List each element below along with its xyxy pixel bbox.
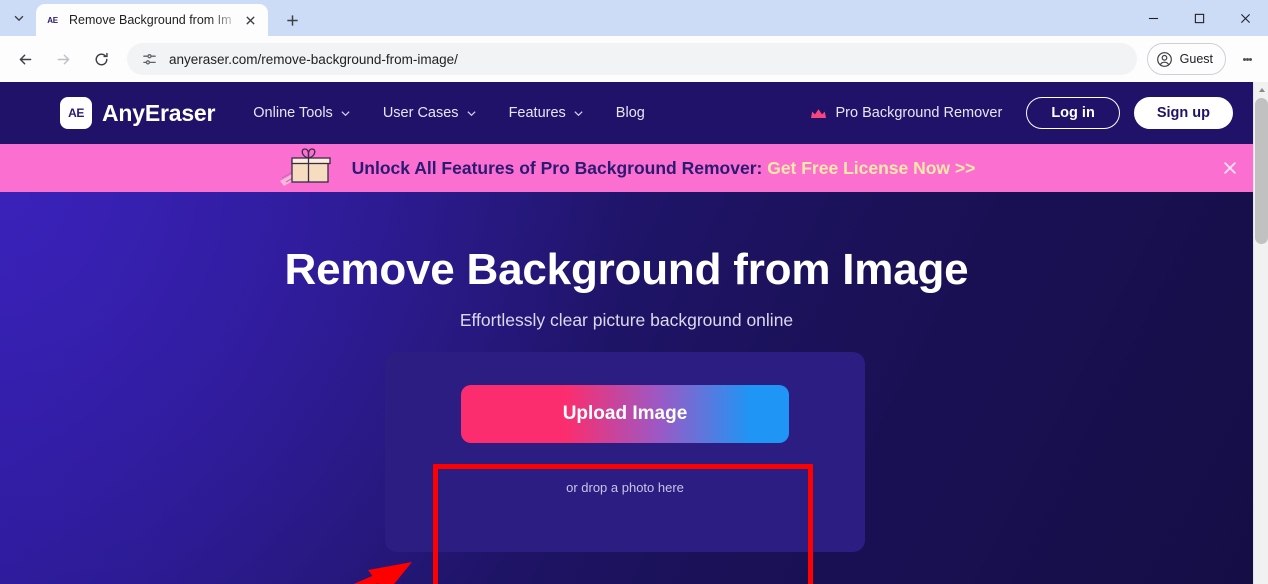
close-icon — [245, 15, 256, 26]
account-circle-icon — [1156, 51, 1173, 68]
chevron-down-icon — [12, 11, 26, 25]
pro-background-remover-link[interactable]: Pro Background Remover — [810, 105, 1003, 121]
promo-banner-link[interactable]: Unlock All Features of Pro Background Re… — [278, 147, 976, 189]
browser-toolbar: anyeraser.com/remove-background-from-ima… — [0, 36, 1268, 82]
pro-link-label: Pro Background Remover — [836, 105, 1003, 121]
forward-button[interactable] — [47, 43, 79, 75]
login-button[interactable]: Log in — [1026, 97, 1120, 129]
tab-search-dropdown-button[interactable] — [4, 4, 34, 32]
profile-button[interactable]: Guest — [1147, 43, 1226, 75]
page-settings-icon[interactable] — [141, 51, 158, 68]
logo-mark-text: AE — [68, 106, 84, 120]
logo-mark: AE — [60, 97, 92, 129]
browser-tab[interactable]: AE Remove Background from Im — [36, 4, 268, 36]
promo-cta: Get Free License Now >> — [767, 158, 975, 178]
nav-item-online-tools[interactable]: Online Tools — [253, 105, 351, 121]
tab-title: Remove Background from Im — [69, 13, 240, 27]
promo-text: Unlock All Features of Pro Background Re… — [352, 158, 976, 179]
tab-close-button[interactable] — [240, 10, 260, 30]
nav-label: User Cases — [383, 105, 459, 121]
promo-message: Unlock All Features of Pro Background Re… — [352, 158, 763, 178]
new-tab-button[interactable] — [278, 6, 306, 34]
profile-label: Guest — [1180, 52, 1213, 66]
promo-close-button[interactable] — [1219, 157, 1241, 179]
reload-icon — [93, 51, 110, 68]
plus-icon — [285, 13, 300, 28]
page-scrollbar[interactable] — [1253, 82, 1268, 584]
page-subtitle: Effortlessly clear picture background on… — [0, 310, 1253, 331]
nav-label: Features — [509, 105, 566, 121]
window-controls — [1130, 0, 1268, 36]
scroll-up-button[interactable] — [1254, 82, 1268, 97]
upload-dropzone[interactable]: Upload Image or drop a photo here — [385, 352, 865, 552]
reload-button[interactable] — [85, 43, 117, 75]
tab-favicon-anyeraser: AE — [44, 12, 61, 29]
address-bar-url: anyeraser.com/remove-background-from-ima… — [169, 52, 458, 67]
maximize-icon — [1194, 13, 1205, 24]
upload-image-button[interactable]: Upload Image — [461, 385, 789, 443]
arrow-left-icon — [17, 51, 34, 68]
nav-actions: Pro Background Remover Log in Sign up — [810, 97, 1234, 129]
site-navigation-bar: AE AnyEraser Online Tools User Cases — [0, 82, 1253, 144]
nav-item-features[interactable]: Features — [509, 105, 584, 121]
gift-box-icon — [278, 147, 336, 189]
scrollbar-thumb[interactable] — [1255, 98, 1268, 244]
nav-item-blog[interactable]: Blog — [616, 105, 645, 121]
crown-icon — [810, 107, 827, 120]
nav-item-user-cases[interactable]: User Cases — [383, 105, 477, 121]
back-button[interactable] — [9, 43, 41, 75]
signup-button[interactable]: Sign up — [1134, 97, 1233, 129]
menu-dot — [1249, 58, 1252, 61]
maximize-button[interactable] — [1176, 0, 1222, 36]
tab-strip: AE Remove Background from Im — [0, 0, 1268, 36]
site-logo[interactable]: AE AnyEraser — [60, 97, 215, 129]
brand-name: AnyEraser — [102, 100, 215, 127]
minimize-icon — [1148, 13, 1159, 24]
hero-section: Remove Background from Image Effortlessl… — [0, 192, 1253, 584]
minimize-button[interactable] — [1130, 0, 1176, 36]
nav-label: Blog — [616, 105, 645, 121]
nav-label: Online Tools — [253, 105, 333, 121]
address-bar[interactable]: anyeraser.com/remove-background-from-ima… — [127, 43, 1137, 75]
tune-icon — [141, 51, 158, 68]
close-icon — [1240, 13, 1251, 24]
close-icon — [1223, 161, 1237, 175]
browser-window: AE Remove Background from Im — [0, 0, 1268, 584]
chevron-down-icon — [573, 108, 584, 119]
favicon-label: AE — [47, 16, 58, 25]
main-nav-links: Online Tools User Cases Features — [253, 105, 677, 121]
chevron-down-icon — [466, 108, 477, 119]
chevron-up-icon — [1258, 86, 1266, 94]
window-close-button[interactable] — [1222, 0, 1268, 36]
chevron-down-icon — [340, 108, 351, 119]
page-viewport: AE AnyEraser Online Tools User Cases — [0, 82, 1253, 584]
promo-banner: Unlock All Features of Pro Background Re… — [0, 144, 1253, 192]
browser-menu-button[interactable] — [1232, 43, 1262, 75]
drop-hint-text: or drop a photo here — [385, 480, 865, 495]
arrow-right-icon — [55, 51, 72, 68]
page-title: Remove Background from Image — [0, 192, 1253, 294]
